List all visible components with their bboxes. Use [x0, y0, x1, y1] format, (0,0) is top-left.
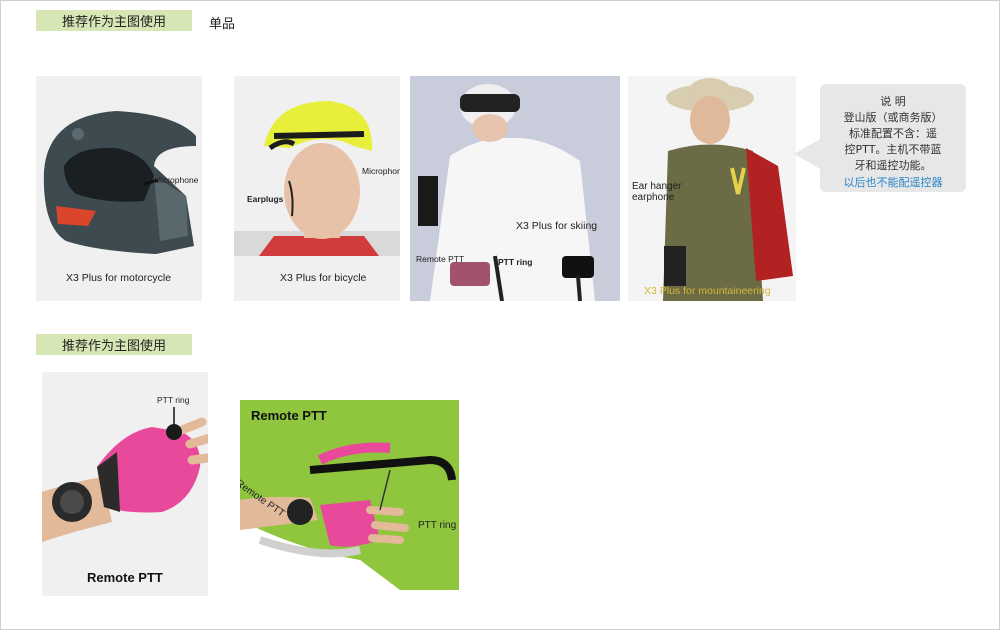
caption-motorcycle: X3 Plus for motorcycle [66, 272, 172, 284]
bicycle-helmet-illustration [234, 101, 400, 256]
section-tag-top: 推荐作为主图使用 [36, 10, 192, 31]
skier-illustration [418, 84, 595, 301]
note-line-3: 控PTT。主机不带蓝 [844, 143, 942, 156]
note-bubble: 说 明 登山版（或商务版） 标准配置不含：遥 控PTT。主机不带蓝 牙和遥控功能… [820, 84, 966, 192]
section-tag-bottom: 推荐作为主图使用 [36, 334, 192, 355]
callout-ptt-ring-ski: PTT ring [498, 257, 533, 267]
note-line-4: 牙和遥控功能。 [854, 159, 932, 172]
card-bicycle: Microphone Earplugs X3 Plus for bicycle [234, 76, 400, 301]
callout-earphone: earphone [632, 192, 675, 203]
bike-handlebar-illustration [240, 442, 456, 590]
section-label-single: 单品 [209, 17, 236, 32]
glove-illustration [42, 407, 208, 542]
card-remote-ptt-green: Remote PTT Remote PTT PTT ring [240, 400, 459, 590]
note-bubble-tail [794, 138, 822, 170]
caption-mountaineering: X3 Plus for mountaineering [644, 285, 771, 297]
callout-remote-ptt: Remote PTT [416, 254, 465, 264]
note-line-2: 标准配置不含：遥 [849, 127, 937, 140]
callout-earplugs: Earplugs [247, 194, 284, 204]
callout-microphone: Microphone [154, 175, 199, 185]
title-remote-ptt-green: Remote PTT [251, 408, 327, 423]
note-line-1: 登山版（或商务版） [843, 111, 943, 124]
callout-ptt-ring-white: PTT ring [157, 395, 190, 405]
note-line-5: 以后也不能配遥控器 [843, 176, 943, 189]
callout-ptt-ring-green: PTT ring [418, 520, 457, 531]
note-title: 说 明 [880, 95, 906, 108]
callout-ear-hanger: Ear hanger [632, 181, 682, 192]
card-mountaineering: Ear hanger earphone X3 Plus for mountain… [628, 76, 796, 301]
card-motorcycle: Microphone X3 Plus for motorcycle [36, 76, 202, 301]
helmet-illustration [43, 111, 196, 254]
caption-bicycle: X3 Plus for bicycle [280, 272, 367, 284]
card-remote-ptt-white: PTT ring Remote PTT [42, 372, 208, 596]
card-skiing: Remote PTT PTT ring X3 Plus for skiing [410, 76, 620, 301]
callout-microphone-bicycle: Microphone [362, 166, 400, 176]
caption-remote-ptt-white: Remote PTT [87, 570, 163, 585]
caption-skiing: X3 Plus for skiing [516, 220, 598, 232]
